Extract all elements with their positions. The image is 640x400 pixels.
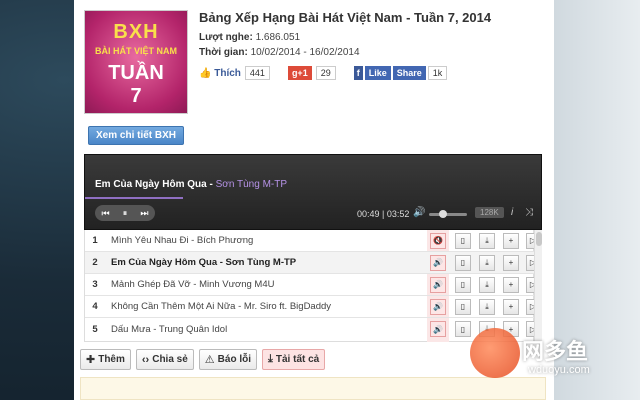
report-button-label: Báo lỗi (217, 354, 252, 365)
song-name[interactable]: Em Của Ngày Hôm Qua - Sơn Tùng M-TP (111, 257, 296, 268)
facebook-buttons: f Like Share 1k (353, 66, 448, 80)
download-icon[interactable]: ⤓ (479, 232, 495, 249)
scrollbar-thumb[interactable] (536, 232, 542, 246)
row-number: 3 (92, 279, 98, 290)
info-icon[interactable]: i (511, 207, 513, 218)
volume-knob[interactable] (439, 210, 447, 218)
thumbs-up-icon: 👍 (199, 67, 212, 79)
volume-slider[interactable] (429, 213, 467, 216)
time-value: 10/02/2014 - 16/02/2014 (250, 47, 360, 58)
now-playing-separator: - (209, 179, 213, 190)
row-number: 4 (92, 301, 98, 312)
mute-icon[interactable]: 🔇 (430, 232, 446, 249)
table-row[interactable]: 5 Dấu Mưa - Trung Quân Idol 🔊 ▯ ⤓ + ▷ (85, 318, 540, 340)
phone-icon[interactable]: ▯ (455, 298, 471, 315)
table-row[interactable]: 4 Không Cần Thêm Một Ai Nữa - Mr. Siro f… (85, 296, 540, 318)
like-label: Thích (214, 67, 241, 79)
listens-value: 1.686.051 (255, 32, 301, 43)
watermark-brand: 网多鱼 (522, 339, 589, 364)
now-playing-song: Em Của Ngày Hôm Qua (95, 179, 207, 190)
volume-icon[interactable]: 🔊 (413, 207, 425, 218)
cover-line-3: TUẦN (108, 62, 164, 84)
cover-line-4: 7 (130, 85, 142, 107)
phone-icon[interactable]: ▯ (455, 232, 471, 249)
music-player: Em Của Ngày Hôm Qua - Sơn Tùng M-TP ⏮ ⏸ … (84, 154, 542, 230)
row-number: 5 (92, 323, 98, 335)
plus-icon: ✚ (86, 354, 96, 366)
phone-icon[interactable]: ▯ (455, 276, 471, 293)
time-info: Thời gian: 10/02/2014 - 16/02/2014 (199, 47, 360, 58)
quality-badge[interactable]: 128K (475, 207, 504, 218)
previous-icon[interactable]: ⏮ (102, 208, 110, 219)
table-row[interactable]: 2 Em Của Ngày Hôm Qua - Sơn Tùng M-TP 🔊 … (85, 252, 540, 274)
like-count: 441 (244, 66, 270, 80)
watermark-url: wduoyu.com (528, 364, 590, 376)
album-cover[interactable]: BXH BÀI HÁT VIỆT NAM TUẦN 7 (84, 10, 188, 114)
code-icon: ‹› (141, 353, 150, 366)
action-bar: ✚ Thêm ‹› Chia sẻ ⚠ Báo lỗi ⤓ Tải tất cả (80, 349, 326, 370)
playback-controls: ⏮ ⏸ ⏭ (95, 205, 155, 221)
gplus-count: 29 (315, 66, 336, 80)
download-icon[interactable]: ⤓ (479, 254, 495, 271)
add-icon[interactable]: + (503, 298, 519, 315)
phone-icon[interactable]: ▯ (455, 254, 471, 271)
like-button[interactable]: 👍 Thích (199, 68, 241, 79)
shuffle-icon[interactable]: ⤨ (525, 207, 533, 218)
row-number: 1 (92, 235, 98, 246)
facebook-icon: f (353, 66, 363, 80)
fish-logo-icon (470, 328, 520, 378)
share-button-label: Chia sẻ (152, 354, 188, 365)
share-button[interactable]: ‹› Chia sẻ (135, 349, 194, 370)
table-row[interactable]: 3 Mảnh Ghép Đã Vỡ - Minh Vương M4U 🔊 ▯ ⤓… (85, 274, 540, 296)
song-name[interactable]: Không Cần Thêm Một Ai Nữa - Mr. Siro ft.… (111, 301, 331, 312)
title-underline (85, 197, 183, 199)
listens-info: Lượt nghe: 1.686.051 (199, 32, 300, 43)
speaker-icon[interactable]: 🔊 (430, 298, 446, 315)
watermark: 网多鱼 wduoyu.com (470, 320, 640, 400)
fb-share-button[interactable]: Share (392, 66, 426, 80)
next-icon[interactable]: ⏭ (140, 208, 148, 219)
cover-line-1: BXH (113, 21, 159, 43)
report-button[interactable]: ⚠ Báo lỗi (198, 349, 258, 370)
add-icon[interactable]: + (503, 232, 519, 249)
add-icon[interactable]: + (503, 254, 519, 271)
download-icon[interactable]: ⤓ (479, 276, 495, 293)
fb-like-button[interactable]: Like (364, 66, 391, 80)
song-name[interactable]: Mình Yêu Nhau Đi - Bích Phương (111, 235, 253, 246)
download-all-button[interactable]: ⤓ Tải tất cả (262, 349, 326, 370)
warning-icon: ⚠ (204, 354, 215, 366)
page-title: Bảng Xếp Hạng Bài Hát Việt Nam - Tuần 7,… (199, 10, 492, 25)
now-playing: Em Của Ngày Hôm Qua - Sơn Tùng M-TP (95, 179, 287, 190)
fb-count: 1k (427, 66, 448, 80)
row-number: 2 (92, 257, 98, 268)
speaker-icon[interactable]: 🔊 (430, 254, 446, 271)
download-icon[interactable]: ⤓ (479, 298, 495, 315)
gplus-button[interactable]: g+1 (287, 66, 312, 80)
speaker-icon[interactable]: 🔊 (430, 276, 446, 293)
phone-icon[interactable]: ▯ (455, 321, 471, 337)
song-name[interactable]: Dấu Mưa - Trung Quân Idol (111, 324, 227, 335)
download-tray-icon: ⤓ (268, 353, 273, 365)
playback-time: 00:49 | 03:52 (357, 209, 410, 219)
time-label: Thời gian: (199, 47, 248, 58)
add-button[interactable]: ✚ Thêm (80, 349, 131, 370)
download-all-label: Tải tất cả (275, 354, 320, 365)
speaker-icon[interactable]: 🔊 (430, 321, 446, 337)
add-icon[interactable]: + (503, 276, 519, 293)
view-chart-detail-button[interactable]: Xem chi tiết BXH (88, 126, 185, 145)
now-playing-artist[interactable]: Sơn Tùng M-TP (216, 179, 287, 190)
listens-label: Lượt nghe: (199, 32, 253, 43)
social-bar: 👍 Thích 441 g+1 29 f Like Share 1k (199, 66, 448, 80)
pause-icon[interactable]: ⏸ (123, 208, 128, 219)
table-row[interactable]: 1 Mình Yêu Nhau Đi - Bích Phương 🔇 ▯ ⤓ +… (85, 230, 540, 252)
add-button-label: Thêm (98, 354, 125, 365)
cover-line-2: BÀI HÁT VIỆT NAM (95, 46, 177, 56)
song-name[interactable]: Mảnh Ghép Đã Vỡ - Minh Vương M4U (111, 279, 275, 290)
playlist: 1 Mình Yêu Nhau Đi - Bích Phương 🔇 ▯ ⤓ +… (84, 230, 540, 342)
